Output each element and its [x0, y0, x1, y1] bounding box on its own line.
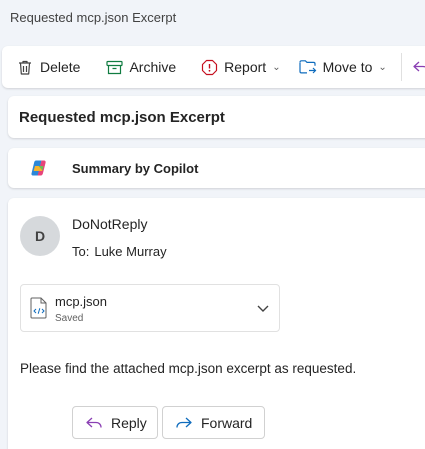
- archive-icon: [105, 58, 123, 76]
- move-to-label: Move to: [322, 59, 373, 75]
- report-icon: [200, 58, 218, 76]
- recipient-line: To: Luke Murray: [72, 244, 167, 259]
- delete-icon: [16, 58, 34, 76]
- chevron-down-icon[interactable]: ⌄: [272, 62, 280, 73]
- move-to-icon: [298, 58, 317, 76]
- attachment-card[interactable]: mcp.json Saved: [20, 284, 280, 332]
- copilot-icon: [29, 158, 49, 178]
- to-label: To:: [72, 244, 90, 259]
- forward-label: Forward: [201, 414, 253, 431]
- message-body: Please find the attached mcp.json excerp…: [20, 361, 357, 376]
- report-label: Report: [224, 59, 267, 75]
- delete-button[interactable]: Delete: [16, 52, 80, 82]
- message-subject: Requested mcp.json Excerpt: [8, 96, 425, 138]
- copilot-label: Summary by Copilot: [72, 160, 199, 176]
- archive-label: Archive: [129, 59, 177, 75]
- copilot-summary-button[interactable]: Summary by Copilot: [8, 148, 425, 188]
- recipient-name[interactable]: Luke Murray: [94, 244, 166, 259]
- forward-icon: [175, 414, 193, 432]
- move-to-button[interactable]: Move to ⌄: [298, 52, 387, 82]
- file-icon: [30, 297, 48, 319]
- message-card: D DoNotReply To: Luke Murray mcp.json Sav…: [8, 198, 425, 449]
- window-title: Requested mcp.json Excerpt: [10, 10, 177, 25]
- sender-name[interactable]: DoNotReply: [72, 216, 147, 232]
- attachment-name: mcp.json: [55, 294, 108, 309]
- toolbar-divider: [400, 53, 402, 81]
- reply-all-icon: [412, 58, 425, 76]
- reply-all-button[interactable]: [412, 52, 425, 82]
- reply-button[interactable]: Reply: [72, 406, 158, 439]
- chevron-down-icon[interactable]: [255, 300, 271, 316]
- forward-button[interactable]: Forward: [162, 406, 265, 439]
- delete-label: Delete: [40, 59, 81, 75]
- reply-icon: [85, 414, 103, 432]
- command-toolbar: Delete Archive Report ⌄ Move to ⌄: [2, 46, 425, 88]
- attachment-status: Saved: [55, 313, 84, 324]
- report-button[interactable]: Report ⌄: [200, 52, 281, 82]
- archive-button[interactable]: Archive: [105, 52, 176, 82]
- avatar[interactable]: D: [20, 216, 60, 256]
- chevron-down-icon[interactable]: ⌄: [378, 62, 386, 73]
- reply-label: Reply: [111, 414, 147, 431]
